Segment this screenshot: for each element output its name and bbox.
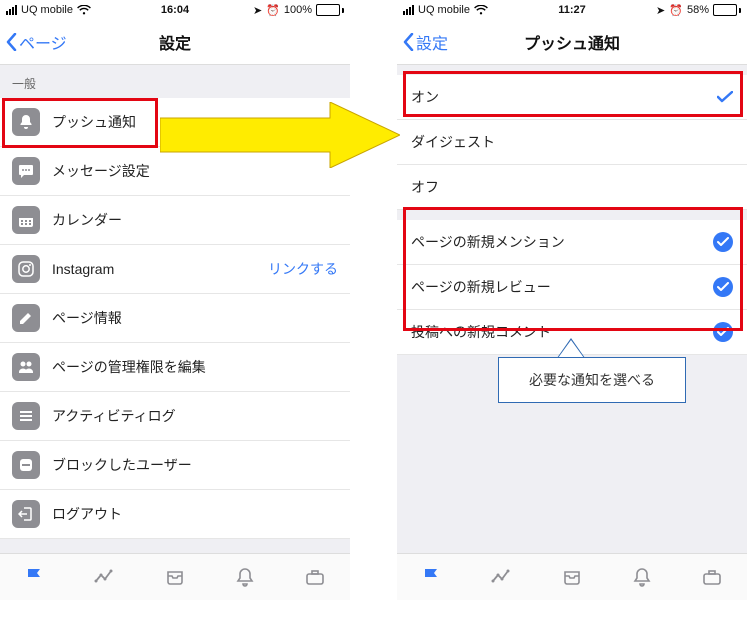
battery-pct: 100% [284,4,312,16]
opt-mentions[interactable]: ページの新規メンション [397,220,747,265]
row-activity-log[interactable]: アクティビティログ [0,392,350,441]
row-label: Instagram [52,261,268,277]
mode-label: ダイジェスト [411,132,495,152]
mode-group: オン ダイジェスト オフ [397,75,747,210]
check-circle-icon [713,322,733,342]
tab-tools[interactable] [304,566,326,588]
location-icon: ➤ [656,4,665,17]
chevron-left-icon [403,33,414,51]
opt-reviews[interactable]: ページの新規レビュー [397,265,747,310]
opt-label: ページの新規レビュー [411,277,551,297]
status-bar: UQ mobile 11:27 ➤ ⏰ 58% [397,0,747,20]
row-instagram[interactable]: Instagram リンクする [0,245,350,294]
tab-insights[interactable] [491,566,513,588]
chevron-left-icon [6,33,17,51]
row-push-notifications[interactable]: プッシュ通知 [0,98,350,147]
comment-icon [12,157,40,185]
wifi-icon [77,5,91,15]
instagram-icon [12,255,40,283]
row-label: カレンダー [52,210,338,230]
annotation-callout-pointer [557,338,585,358]
logout-icon [12,500,40,528]
row-label: ログアウト [52,504,338,524]
pencil-icon [12,304,40,332]
row-message-settings[interactable]: メッセージ設定 [0,147,350,196]
signal-icon [6,5,17,15]
back-label: ページ [19,30,67,54]
mode-label: オン [411,87,439,107]
tab-bar [0,553,350,600]
page-title: 設定 [159,30,191,54]
tab-flag[interactable] [24,566,46,588]
list-icon [12,402,40,430]
tab-insights[interactable] [94,566,116,588]
row-label: メッセージ設定 [52,161,338,181]
phone-push-screen: UQ mobile 11:27 ➤ ⏰ 58% 設定 プッシュ通知 [397,0,747,600]
signal-icon [403,5,414,15]
alarm-icon: ⏰ [266,4,280,17]
calendar-icon [12,206,40,234]
battery-icon [713,4,741,16]
tab-tools[interactable] [701,566,723,588]
row-admin-roles[interactable]: ページの管理権限を編集 [0,343,350,392]
location-icon: ➤ [253,4,262,17]
row-label: ブロックしたユーザー [52,455,338,475]
options-group: ページの新規メンション ページの新規レビュー 投稿への新規コメント [397,220,747,355]
status-bar: UQ mobile 16:04 ➤ ⏰ 100% [0,0,350,20]
mode-label: オフ [411,177,439,197]
phone-settings-screen: UQ mobile 16:04 ➤ ⏰ 100% ページ 設定 一般 [0,0,350,600]
wifi-icon [474,5,488,15]
annotation-callout: 必要な通知を選べる [498,357,686,403]
back-button[interactable]: ページ [6,30,67,54]
tab-inbox[interactable] [164,566,186,588]
row-label: プッシュ通知 [52,112,338,132]
carrier-label: UQ mobile [21,4,73,16]
check-circle-icon [713,232,733,252]
mode-on[interactable]: オン [397,75,747,120]
mode-digest[interactable]: ダイジェスト [397,120,747,165]
people-icon [12,353,40,381]
back-label: 設定 [416,30,448,54]
block-icon [12,451,40,479]
back-button[interactable]: 設定 [403,30,448,54]
tab-notifications[interactable] [631,566,653,588]
check-circle-icon [713,277,733,297]
carrier-label: UQ mobile [418,4,470,16]
tab-notifications[interactable] [234,566,256,588]
alarm-icon: ⏰ [669,4,683,17]
row-blocked-users[interactable]: ブロックしたユーザー [0,441,350,490]
nav-bar: ページ 設定 [0,20,350,65]
row-label: ページ情報 [52,308,338,328]
opt-label: 投稿への新規コメント [411,322,551,342]
row-calendar[interactable]: カレンダー [0,196,350,245]
row-logout[interactable]: ログアウト [0,490,350,539]
page-title: プッシュ通知 [524,30,620,54]
opt-label: ページの新規メンション [411,232,565,252]
row-label: ページの管理権限を編集 [52,357,338,377]
tab-bar [397,553,747,600]
check-icon [717,91,733,103]
clock: 11:27 [558,4,586,16]
bell-icon [12,108,40,136]
tab-inbox[interactable] [561,566,583,588]
callout-text: 必要な通知を選べる [529,372,655,388]
battery-icon [316,4,344,16]
mode-off[interactable]: オフ [397,165,747,210]
link-action[interactable]: リンクする [268,259,338,279]
nav-bar: 設定 プッシュ通知 [397,20,747,65]
clock: 16:04 [161,4,189,16]
battery-pct: 58% [687,4,709,16]
tab-flag[interactable] [421,566,443,588]
section-header-general: 一般 [0,65,350,98]
row-page-info[interactable]: ページ情報 [0,294,350,343]
row-label: アクティビティログ [52,406,338,426]
